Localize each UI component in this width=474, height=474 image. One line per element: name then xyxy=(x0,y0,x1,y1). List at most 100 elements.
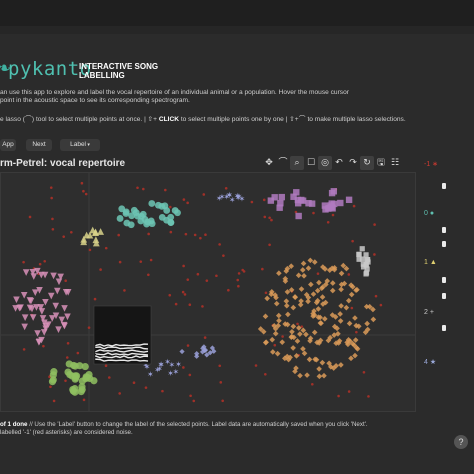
cluster-point[interactable] xyxy=(78,385,86,394)
cluster-point[interactable] xyxy=(305,265,312,271)
cluster-point[interactable] xyxy=(274,350,281,357)
cluster-point[interactable] xyxy=(71,375,79,383)
cluster-point[interactable] xyxy=(21,314,29,321)
noise-point[interactable] xyxy=(202,193,206,196)
noise-point[interactable] xyxy=(80,181,84,185)
cluster-point[interactable] xyxy=(343,304,350,311)
noise-point[interactable] xyxy=(42,344,45,348)
cluster-point[interactable] xyxy=(283,302,290,309)
noise-point[interactable] xyxy=(181,290,185,294)
cluster-point[interactable] xyxy=(275,312,282,319)
noise-point[interactable] xyxy=(281,335,284,338)
wheel-zoom-tool-icon[interactable]: ◎ xyxy=(318,156,332,170)
cluster-point[interactable] xyxy=(316,373,323,380)
cluster-point[interactable] xyxy=(52,302,60,310)
noise-point[interactable] xyxy=(373,253,376,256)
noise-point[interactable] xyxy=(182,366,185,369)
noise-point[interactable] xyxy=(88,248,92,252)
noise-point[interactable] xyxy=(236,278,240,282)
zoom-tool-icon[interactable]: ⌕ xyxy=(290,156,304,170)
noise-point[interactable] xyxy=(350,306,354,310)
noise-point[interactable] xyxy=(108,376,111,379)
cluster-point[interactable] xyxy=(363,252,369,258)
cluster-point[interactable] xyxy=(276,317,282,324)
cluster-point[interactable] xyxy=(31,289,39,296)
noise-point[interactable] xyxy=(142,187,145,191)
cluster-point[interactable] xyxy=(290,345,296,351)
cluster-point[interactable] xyxy=(264,295,270,302)
legend-entry-1[interactable]: 0 ● xyxy=(424,210,434,217)
cluster-point[interactable] xyxy=(348,291,355,298)
legend-entry-4[interactable]: 4 ★ xyxy=(424,358,436,366)
cluster-point[interactable] xyxy=(345,196,353,204)
cluster-point[interactable] xyxy=(310,291,317,297)
cluster-point[interactable] xyxy=(298,298,304,304)
noise-point[interactable] xyxy=(201,305,204,308)
noise-point[interactable] xyxy=(241,268,245,272)
noise-point[interactable] xyxy=(373,223,376,226)
noise-point[interactable] xyxy=(296,322,299,326)
cluster-point[interactable] xyxy=(316,279,322,286)
noise-point[interactable] xyxy=(144,386,148,389)
noise-point[interactable] xyxy=(186,278,190,281)
cluster-point[interactable] xyxy=(61,305,68,312)
noise-point[interactable] xyxy=(161,389,164,393)
cluster-point[interactable] xyxy=(322,316,328,322)
noise-point[interactable] xyxy=(136,186,139,190)
cluster-point[interactable] xyxy=(270,349,276,355)
cluster-point[interactable] xyxy=(50,272,57,280)
noise-point[interactable] xyxy=(28,215,32,219)
cluster-point[interactable] xyxy=(319,294,326,300)
noise-point[interactable] xyxy=(263,215,267,219)
redo-tool-icon[interactable]: ↷ xyxy=(346,156,360,170)
noise-point[interactable] xyxy=(70,230,73,234)
noise-point[interactable] xyxy=(132,381,136,384)
noise-point[interactable] xyxy=(188,373,192,377)
noise-point[interactable] xyxy=(64,279,67,283)
noise-point[interactable] xyxy=(312,211,315,215)
noise-point[interactable] xyxy=(347,390,351,393)
noise-point[interactable] xyxy=(222,254,225,257)
undo-tool-icon[interactable]: ↶ xyxy=(332,156,346,170)
noise-point[interactable] xyxy=(186,344,190,347)
cluster-point[interactable]: ✶ xyxy=(226,191,233,200)
cluster-point[interactable] xyxy=(352,315,358,321)
cluster-point[interactable] xyxy=(364,257,371,263)
cluster-point[interactable] xyxy=(306,356,313,363)
cluster-point[interactable] xyxy=(359,246,365,252)
noise-point[interactable] xyxy=(270,218,273,222)
cluster-point[interactable] xyxy=(273,300,280,307)
noise-point[interactable] xyxy=(123,289,126,292)
noise-point[interactable] xyxy=(219,381,223,384)
cluster-point[interactable] xyxy=(277,200,284,207)
cluster-point[interactable] xyxy=(279,339,286,345)
noise-point[interactable] xyxy=(99,268,102,271)
cluster-point[interactable] xyxy=(54,287,61,295)
noise-point[interactable] xyxy=(139,260,143,263)
noise-point[interactable] xyxy=(254,364,258,367)
noise-point[interactable] xyxy=(261,267,264,271)
cluster-point[interactable] xyxy=(318,320,324,327)
cluster-point[interactable] xyxy=(285,311,291,318)
noise-point[interactable] xyxy=(51,217,54,221)
noise-point[interactable] xyxy=(218,243,221,246)
box-zoom-tool-icon[interactable]: ☐ xyxy=(304,156,318,170)
cluster-point[interactable] xyxy=(262,313,269,320)
app-button[interactable]: App xyxy=(0,139,16,151)
cluster-point[interactable] xyxy=(346,297,352,304)
cluster-point[interactable] xyxy=(356,256,362,262)
cluster-point[interactable] xyxy=(272,330,279,337)
help-button[interactable]: ? xyxy=(454,435,468,449)
noise-point[interactable] xyxy=(149,258,153,262)
cluster-point[interactable] xyxy=(337,318,344,324)
cluster-point[interactable] xyxy=(316,366,322,372)
noise-point[interactable] xyxy=(196,272,200,276)
noise-point[interactable] xyxy=(218,364,222,368)
cluster-point[interactable] xyxy=(300,346,306,352)
cluster-point[interactable] xyxy=(297,372,303,379)
noise-point[interactable] xyxy=(118,260,122,264)
cluster-point[interactable] xyxy=(294,338,301,344)
cluster-point[interactable] xyxy=(348,355,354,362)
cluster-point[interactable] xyxy=(370,316,377,323)
noise-point[interactable] xyxy=(237,284,240,288)
